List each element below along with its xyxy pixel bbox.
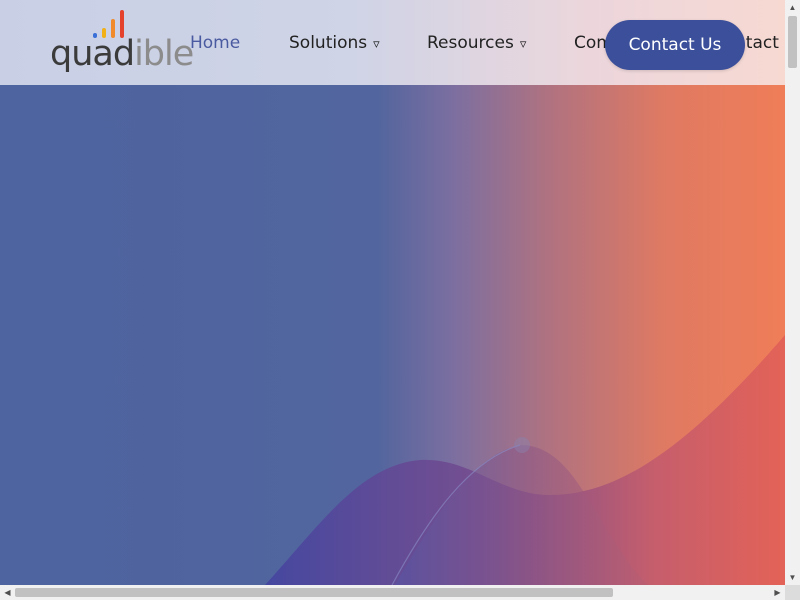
nav-item-label: Home (190, 33, 241, 53)
vertical-scrollbar[interactable]: ▲ ▼ (785, 0, 800, 585)
nav-item-home[interactable]: Home (190, 33, 240, 53)
scroll-right-icon[interactable]: ▶ (770, 585, 785, 600)
site-header: quadible Home Solutions ▿ Resources ▿ Com … (0, 0, 785, 85)
nav-item-label: Solutions (289, 33, 368, 53)
horizontal-scrollbar[interactable]: ◀ ▶ (0, 585, 785, 600)
scroll-down-icon[interactable]: ▼ (785, 570, 800, 585)
vertical-scroll-thumb[interactable] (788, 16, 797, 68)
nav-item-label: Resources (427, 33, 514, 53)
scrollbar-corner (785, 585, 800, 600)
contact-us-button[interactable]: Contact Us (605, 20, 745, 70)
nav-item-resources[interactable]: Resources ▿ (427, 33, 526, 53)
logo-wordmark: quadible (50, 34, 194, 74)
scroll-up-icon[interactable]: ▲ (785, 0, 800, 15)
chevron-down-icon: ▿ (373, 37, 380, 52)
contact-us-label: Contact Us (628, 35, 722, 55)
horizontal-scroll-thumb[interactable] (15, 588, 613, 597)
logo-text-dark: quad (50, 34, 135, 74)
hero-wave-node (514, 437, 530, 453)
quadible-logo[interactable]: quadible (50, 10, 194, 78)
hero-waves (265, 335, 785, 585)
logo-text-light: ible (134, 34, 194, 74)
hero-section (0, 85, 785, 585)
nav-item-solutions[interactable]: Solutions ▿ (289, 33, 380, 53)
scroll-left-icon[interactable]: ◀ (0, 585, 15, 600)
chevron-down-icon: ▿ (519, 37, 527, 52)
